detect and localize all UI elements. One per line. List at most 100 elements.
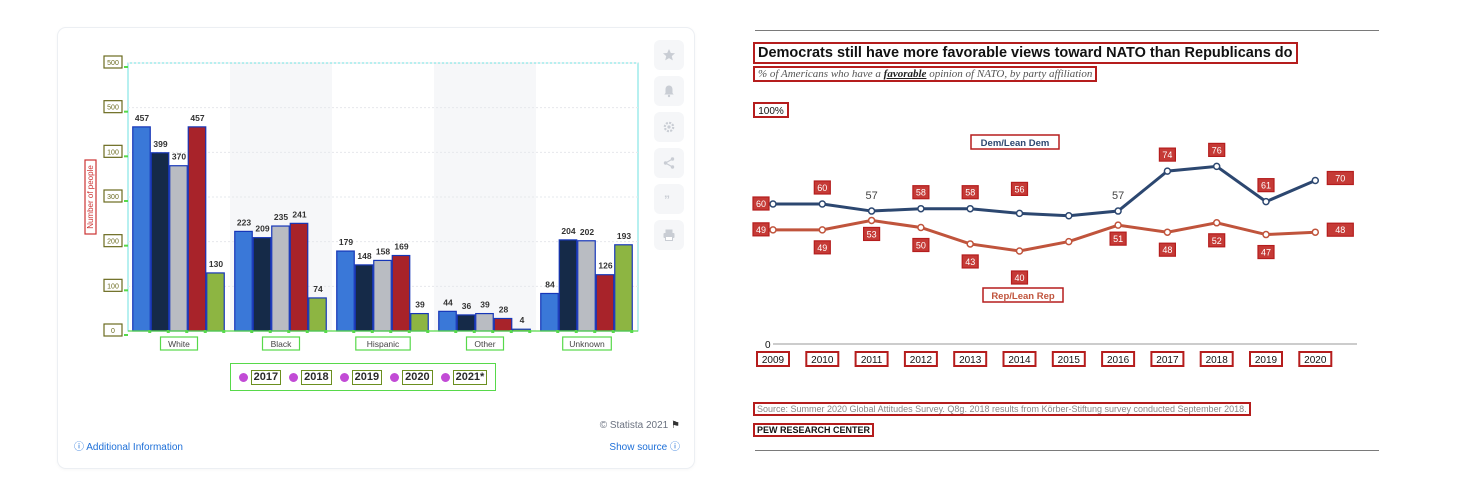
data-label: 43 xyxy=(965,257,975,267)
bar-chart: 500 500 100 300 200 100 0 Number of people 457 39… xyxy=(84,55,639,351)
bar-value-label: 235 xyxy=(274,212,288,222)
rep-line xyxy=(773,218,1316,253)
legend-item-2021[interactable]: 2021* xyxy=(440,369,488,385)
bar xyxy=(577,240,596,332)
data-point xyxy=(917,223,925,232)
data-point xyxy=(966,240,974,248)
bar xyxy=(206,272,225,332)
data-label: 53 xyxy=(867,229,877,239)
zero-label: 0 xyxy=(765,340,771,351)
bar-value-label: 74 xyxy=(313,284,323,294)
data-point xyxy=(1015,247,1024,255)
bar xyxy=(456,314,476,332)
bar-value-label: 36 xyxy=(462,301,472,311)
x-tick-label: 2014 xyxy=(1008,355,1031,366)
bar-value-label: 126 xyxy=(598,261,612,271)
flag-icon: ⚑ xyxy=(671,420,680,431)
legend-dot-icon xyxy=(289,372,299,382)
data-label: 60 xyxy=(756,199,766,209)
bar xyxy=(187,126,207,332)
statista-credit: © Statista 2021 ⚑ xyxy=(560,420,680,431)
bar-value-label: 44 xyxy=(443,297,453,307)
bar-value-label: 457 xyxy=(190,113,204,123)
bar-value-label: 223 xyxy=(237,217,251,227)
legend-dot-icon xyxy=(440,372,450,382)
bar xyxy=(558,239,578,332)
bar-value-label: 158 xyxy=(376,246,390,256)
data-point xyxy=(917,204,925,213)
data-point xyxy=(1114,221,1122,229)
bar-value-label: 193 xyxy=(617,231,631,241)
data-label: 47 xyxy=(1261,248,1271,258)
data-label: 48 xyxy=(1335,225,1345,235)
legend-item-2018[interactable]: 2018 xyxy=(289,369,332,385)
bar xyxy=(169,165,188,332)
bar xyxy=(336,250,355,332)
additional-information-label: Additional Information xyxy=(86,442,183,453)
info-icon: ⓘ xyxy=(670,442,680,453)
bar xyxy=(354,264,374,332)
y-tick-label: 100 xyxy=(107,283,119,290)
legend-label: 2017 xyxy=(250,369,282,385)
x-tick-label: 2009 xyxy=(762,355,785,366)
data-label: 40 xyxy=(1014,273,1024,283)
data-point xyxy=(867,207,876,215)
data-label: 58 xyxy=(965,188,975,198)
x-tick-label: 2019 xyxy=(1255,355,1278,366)
legend-label: 2021* xyxy=(452,369,488,385)
bar-value-label: 84 xyxy=(545,279,555,289)
bar-value-label: 179 xyxy=(339,237,353,247)
data-point xyxy=(1163,167,1172,175)
data-label: 48 xyxy=(1162,245,1172,255)
data-label: 56 xyxy=(1014,184,1024,194)
bar-value-label: 130 xyxy=(209,259,223,269)
data-label: 58 xyxy=(916,188,926,198)
data-point xyxy=(1212,219,1221,227)
print-icon[interactable] xyxy=(654,220,684,250)
bar-value-label: 148 xyxy=(357,251,371,261)
bar-value-label: 204 xyxy=(561,226,575,236)
data-label: 51 xyxy=(1113,234,1123,244)
category-label: Black xyxy=(271,339,293,349)
bell-icon[interactable] xyxy=(654,76,684,106)
x-tick-label: 2017 xyxy=(1156,355,1179,366)
y-tick-label: 500 xyxy=(107,105,119,112)
data-point xyxy=(1015,209,1024,218)
data-point xyxy=(1212,162,1221,171)
bar xyxy=(308,297,327,332)
star-icon[interactable] xyxy=(654,40,684,70)
bar xyxy=(614,244,633,332)
bar xyxy=(271,225,290,332)
gear-icon[interactable] xyxy=(654,112,684,142)
data-label: 61 xyxy=(1261,181,1271,191)
data-point xyxy=(1163,228,1172,236)
data-point xyxy=(769,200,777,208)
show-source-label: Show source xyxy=(609,442,668,453)
data-label: 57 xyxy=(1112,190,1124,202)
bar xyxy=(595,274,615,332)
data-label: 52 xyxy=(1212,236,1222,246)
data-point xyxy=(867,216,876,225)
x-tick-label: 2015 xyxy=(1058,355,1081,366)
bar xyxy=(234,230,253,332)
additional-information-link[interactable]: ⓘ Additional Information xyxy=(74,438,183,453)
data-point xyxy=(769,226,777,234)
top-rule xyxy=(755,30,1379,31)
svg-text:”: ” xyxy=(664,193,670,206)
data-label: 50 xyxy=(916,241,926,251)
legend-item-2019[interactable]: 2019 xyxy=(339,369,383,385)
legend-item-2017[interactable]: 2017 xyxy=(238,369,282,385)
bar xyxy=(540,292,559,332)
data-label: 49 xyxy=(817,243,827,253)
x-tick-label: 2013 xyxy=(959,355,982,366)
share-icon[interactable] xyxy=(654,148,684,178)
data-point xyxy=(1114,207,1122,215)
data-point xyxy=(818,200,827,208)
legend-item-2020[interactable]: 2020 xyxy=(390,369,433,385)
legend-label: 2018 xyxy=(301,369,332,385)
quote-icon[interactable]: ” xyxy=(654,184,684,214)
info-icon: ⓘ xyxy=(74,442,84,453)
category-label: Other xyxy=(474,339,495,349)
show-source-link[interactable]: Show source ⓘ xyxy=(560,438,680,453)
subtitle-pre: % of Americans who have a xyxy=(758,68,884,80)
